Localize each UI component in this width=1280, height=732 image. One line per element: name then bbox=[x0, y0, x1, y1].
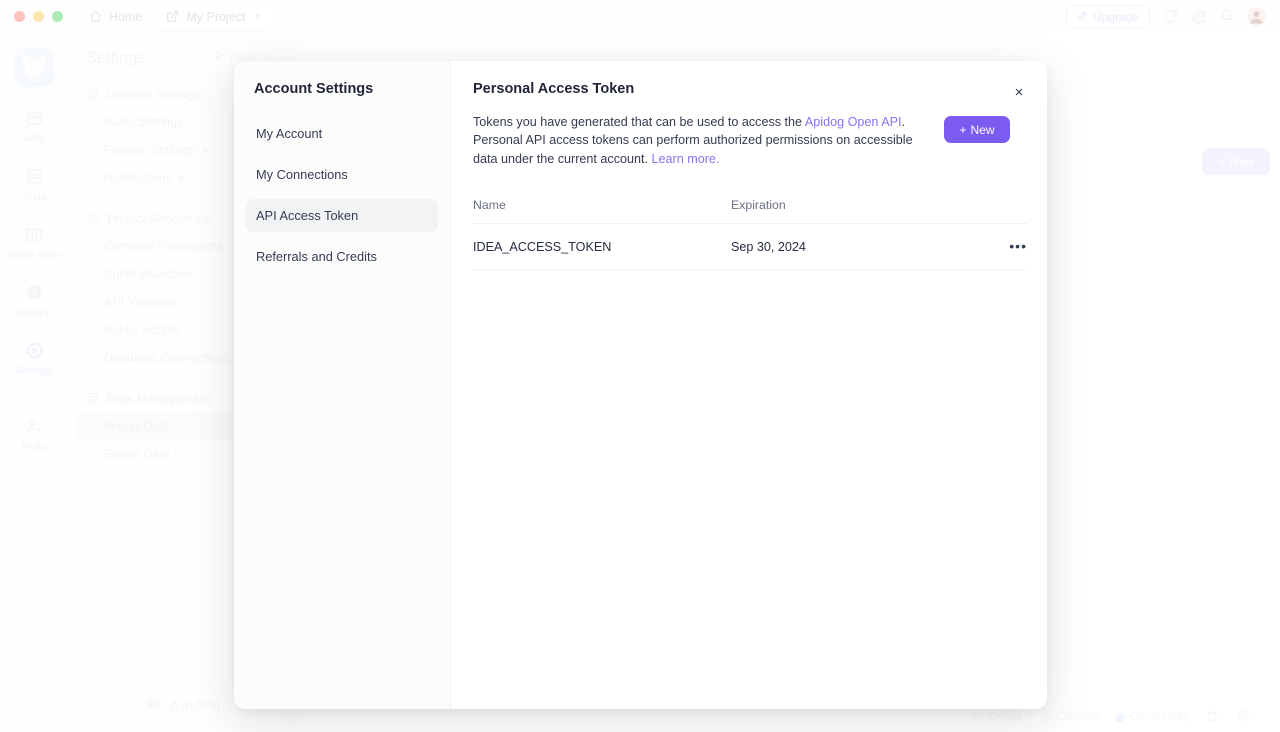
modal-description-row: Tokens you have generated that can be us… bbox=[473, 113, 1027, 168]
modal-description: Tokens you have generated that can be us… bbox=[473, 113, 928, 168]
modal-description-part1: Tokens you have generated that can be us… bbox=[473, 115, 805, 129]
account-settings-modal: Account Settings My Account My Connectio… bbox=[234, 61, 1047, 709]
tokens-table-header-row: Name Expiration bbox=[473, 198, 1027, 225]
tokens-table-head: Name Expiration bbox=[473, 198, 1027, 225]
new-token-button-label: New bbox=[970, 122, 995, 137]
modal-nav-item-my-account[interactable]: My Account bbox=[246, 117, 438, 150]
column-header-expiration: Expiration bbox=[731, 198, 987, 225]
modal-title: Personal Access Token bbox=[473, 81, 635, 97]
close-icon[interactable]: × bbox=[1009, 82, 1029, 102]
modal-nav-item-api-access-token[interactable]: API Access Token bbox=[246, 199, 438, 232]
modal-nav-item-my-connections-label: My Connections bbox=[256, 167, 348, 182]
tokens-table: Name Expiration IDEA_ACCESS_TOKEN Sep 30… bbox=[473, 198, 1027, 271]
tokens-table-body: IDEA_ACCESS_TOKEN Sep 30, 2024 ••• bbox=[473, 223, 1027, 271]
modal-nav-item-api-access-token-label: API Access Token bbox=[256, 208, 359, 223]
modal-nav-item-my-account-label: My Account bbox=[256, 126, 323, 141]
cell-token-expiration: Sep 30, 2024 bbox=[731, 223, 987, 271]
column-header-actions bbox=[987, 198, 1027, 225]
apidog-open-api-link[interactable]: Apidog Open API bbox=[805, 115, 902, 129]
modal-body: Personal Access Token × Tokens you have … bbox=[451, 61, 1047, 709]
table-row[interactable]: IDEA_ACCESS_TOKEN Sep 30, 2024 ••• bbox=[473, 223, 1027, 271]
column-header-name: Name bbox=[473, 198, 731, 225]
app-window: Home My Project × Upgrade bbox=[0, 0, 1280, 732]
new-token-button[interactable]: + New bbox=[944, 116, 1010, 143]
modal-nav-panel: Account Settings My Account My Connectio… bbox=[234, 61, 451, 709]
plus-icon: + bbox=[959, 122, 967, 137]
learn-more-link[interactable]: Learn more. bbox=[652, 152, 720, 166]
modal-nav-title: Account Settings bbox=[254, 81, 374, 97]
modal-nav-item-referrals-and-credits[interactable]: Referrals and Credits bbox=[246, 240, 438, 273]
cell-token-name: IDEA_ACCESS_TOKEN bbox=[473, 223, 731, 271]
row-more-menu-icon[interactable]: ••• bbox=[1009, 238, 1027, 254]
modal-nav-item-referrals-and-credits-label: Referrals and Credits bbox=[256, 249, 377, 264]
modal-nav-item-my-connections[interactable]: My Connections bbox=[246, 158, 438, 191]
